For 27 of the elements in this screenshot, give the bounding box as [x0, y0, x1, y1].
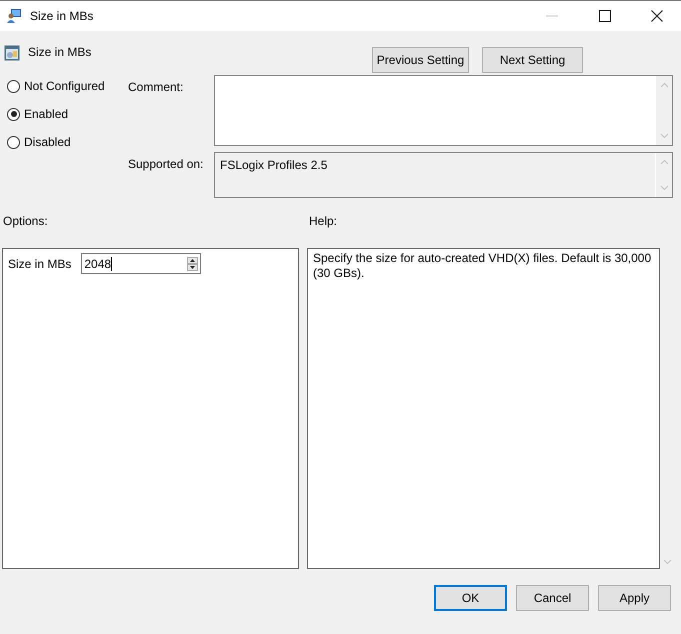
dialog-button[interactable]: Apply [598, 585, 671, 611]
radio-label[interactable]: Enabled [24, 107, 68, 121]
supported-on-value: FSLogix Profiles 2.5 [219, 157, 328, 172]
dialog-button[interactable]: Cancel [516, 585, 589, 611]
computer-user-icon [6, 8, 22, 24]
window-title: Size in MBs [30, 9, 94, 23]
nav-button[interactable]: Next Setting [482, 47, 583, 73]
radio-button[interactable] [7, 108, 20, 120]
supported-on-label: Supported on: [128, 156, 204, 173]
help-label: Help: [309, 214, 338, 230]
options-label: Options: [3, 214, 49, 230]
radio-label[interactable]: Not Configured [24, 79, 105, 93]
setting-title: Size in MBs [28, 45, 92, 59]
policy-icon [4, 45, 20, 61]
nav-button[interactable]: Previous Setting [372, 47, 469, 73]
dialog-button[interactable]: OK [434, 585, 507, 611]
radio-button[interactable] [7, 136, 20, 148]
comment-label: Comment: [128, 79, 184, 96]
maximize-icon[interactable] [599, 10, 611, 22]
help-text: Specify the size for auto-created VHD(X) files. Default is 30,000 (30 GBs). [312, 250, 652, 281]
radio-button[interactable] [7, 80, 20, 92]
size-spin-box[interactable]: 2048 [81, 253, 202, 274]
close-icon[interactable] [651, 10, 663, 22]
radio-label[interactable]: Disabled [24, 135, 71, 149]
field-label: Size in MBs [8, 256, 72, 270]
spin-down-icon[interactable] [187, 264, 198, 270]
spin-up-icon[interactable] [187, 256, 198, 264]
